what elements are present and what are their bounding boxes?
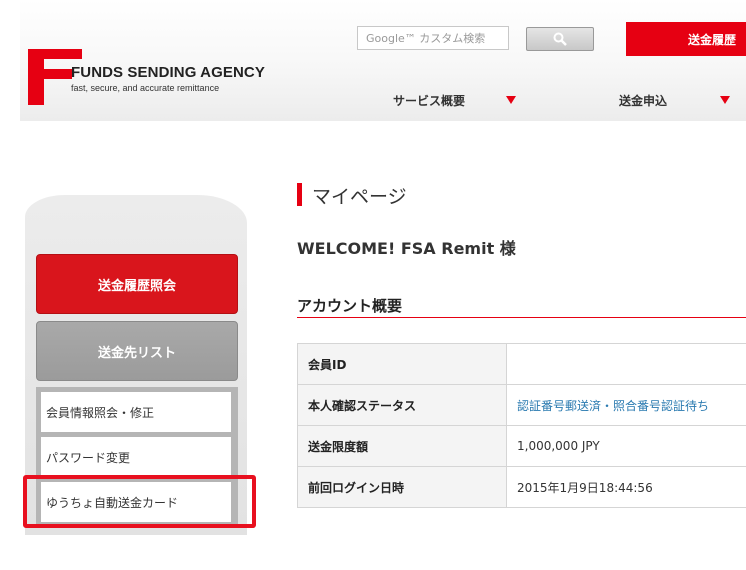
page-title: マイページ	[312, 186, 407, 208]
nav-service-overview[interactable]: サービス概要	[393, 92, 465, 109]
logo-tagline: fast, secure, and accurate remittance	[71, 83, 220, 93]
table-row: 送金限度額 1,000,000 JPY	[297, 425, 746, 467]
logo-name: FUNDS SENDING AGENCY	[71, 64, 265, 81]
row-label-verification-status: 本人確認ステータス	[297, 384, 507, 426]
account-overview-table: 会員ID 本人確認ステータス 認証番号郵送済・照合番号認証待ち 送金限度額 1,…	[297, 343, 746, 508]
search-button[interactable]	[526, 27, 594, 51]
section-title-account-overview: アカウント概要	[297, 297, 403, 315]
section-divider	[297, 317, 746, 318]
table-row: 前回ログイン日時 2015年1月9日18:44:56	[297, 466, 746, 508]
remittance-history-button[interactable]: 送金履歴	[626, 22, 746, 56]
sidebar-item-member-info[interactable]: 会員情報照会・修正	[41, 392, 231, 432]
recipient-list-button[interactable]: 送金先リスト	[36, 321, 238, 381]
row-label-member-id: 会員ID	[297, 343, 507, 385]
title-accent-bar	[297, 183, 302, 206]
remittance-history-inquiry-button[interactable]: 送金履歴照会	[36, 254, 238, 314]
row-label-last-login: 前回ログイン日時	[297, 466, 507, 508]
row-value-member-id	[506, 343, 746, 385]
row-value-last-login: 2015年1月9日18:44:56	[506, 466, 746, 508]
verification-status-link[interactable]: 認証番号郵送済・照合番号認証待ち	[506, 384, 746, 426]
search-icon	[553, 32, 567, 46]
welcome-message: WELCOME! FSA Remit 様	[297, 239, 516, 258]
table-row: 会員ID	[297, 343, 746, 385]
highlight-annotation	[23, 475, 256, 528]
sidebar-item-password-change[interactable]: パスワード変更	[41, 437, 231, 477]
table-row: 本人確認ステータス 認証番号郵送済・照合番号認証待ち	[297, 384, 746, 426]
triangle-down-icon[interactable]	[720, 96, 730, 104]
triangle-down-icon[interactable]	[506, 96, 516, 104]
nav-remittance-application[interactable]: 送金申込	[619, 92, 667, 109]
row-label-remittance-limit: 送金限度額	[297, 425, 507, 467]
row-value-remittance-limit: 1,000,000 JPY	[506, 425, 746, 467]
search-input[interactable]	[357, 26, 509, 50]
